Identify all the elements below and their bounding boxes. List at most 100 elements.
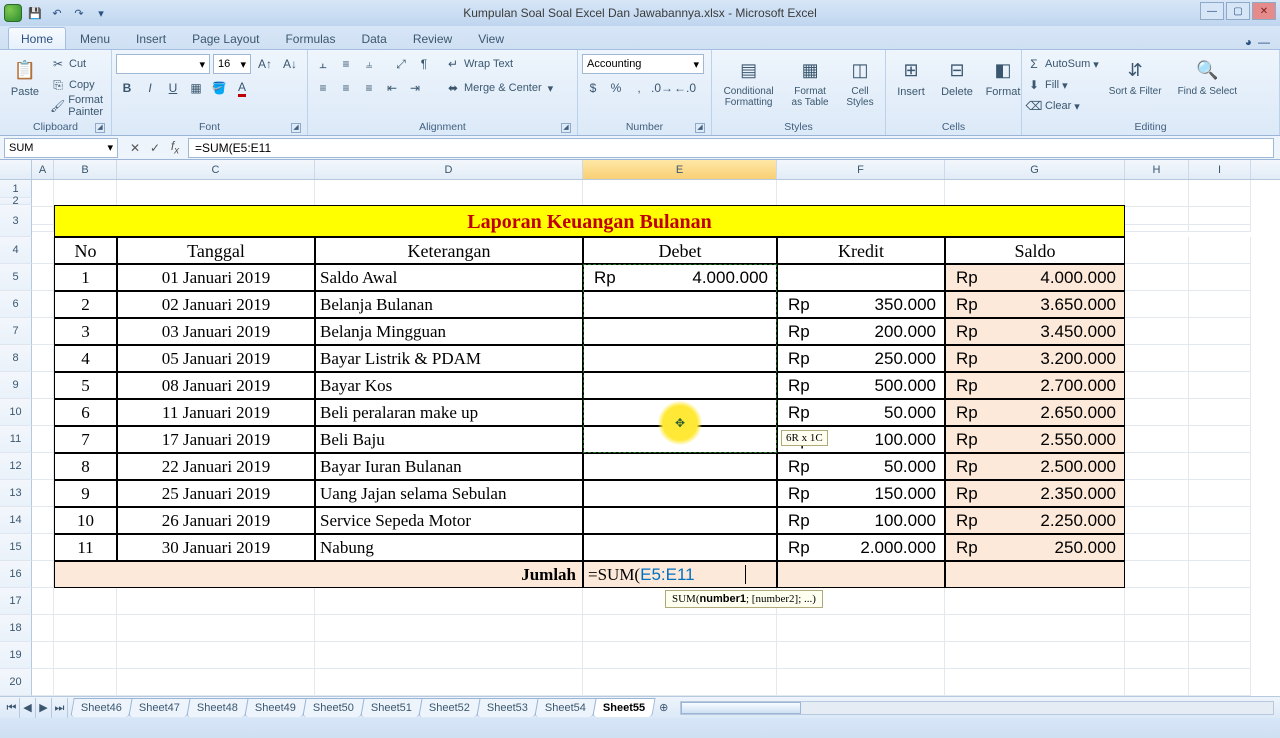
- cell-debet[interactable]: [583, 480, 777, 507]
- col-header-a[interactable]: A: [32, 160, 54, 179]
- delete-cells-button[interactable]: ⊟Delete: [936, 54, 978, 100]
- cell-A3[interactable]: [32, 205, 54, 232]
- row-header[interactable]: 18: [0, 615, 32, 642]
- col-header-h[interactable]: H: [1125, 160, 1189, 179]
- cell-A17[interactable]: [32, 588, 54, 615]
- cell-D17[interactable]: [315, 588, 583, 615]
- cell-A4[interactable]: [32, 237, 54, 264]
- cell-H14[interactable]: [1125, 507, 1189, 534]
- name-box[interactable]: SUM▾: [4, 138, 118, 158]
- cell-H18[interactable]: [1125, 615, 1189, 642]
- cell-debet[interactable]: [583, 345, 777, 372]
- row-header[interactable]: 12: [0, 453, 32, 480]
- sheet-tab[interactable]: Sheet55: [592, 698, 656, 717]
- cell-I13[interactable]: [1189, 480, 1251, 507]
- tab-view[interactable]: View: [466, 28, 516, 49]
- cell-A16[interactable]: [32, 561, 54, 588]
- cell-I4[interactable]: [1189, 237, 1251, 264]
- cell-F20[interactable]: [777, 669, 945, 696]
- row-header[interactable]: 13: [0, 480, 32, 507]
- cell-tanggal[interactable]: 26 Januari 2019: [117, 507, 315, 534]
- italic-button[interactable]: I: [139, 78, 161, 98]
- cell-keterangan[interactable]: Belanja Mingguan: [315, 318, 583, 345]
- horizontal-scrollbar[interactable]: [680, 701, 1274, 715]
- cell-B17[interactable]: [54, 588, 117, 615]
- cell-saldo[interactable]: Rp2.500.000: [945, 453, 1125, 480]
- cell-I11[interactable]: [1189, 426, 1251, 453]
- fill-button[interactable]: ⬇Fill▾: [1026, 75, 1099, 95]
- cell-keterangan[interactable]: Bayar Iuran Bulanan: [315, 453, 583, 480]
- font-size-combo[interactable]: 16▾: [213, 54, 251, 74]
- increase-indent-icon[interactable]: ⇥: [404, 78, 426, 98]
- cell-jumlah-label[interactable]: Jumlah: [54, 561, 583, 588]
- align-middle-icon[interactable]: ≡: [335, 54, 357, 74]
- wrap-text-button[interactable]: ↵Wrap Text: [445, 54, 553, 74]
- cell-tanggal[interactable]: 22 Januari 2019: [117, 453, 315, 480]
- cell-keterangan[interactable]: Saldo Awal: [315, 264, 583, 291]
- cell-A20[interactable]: [32, 669, 54, 696]
- row-header[interactable]: 6: [0, 291, 32, 318]
- cell-no[interactable]: 6: [54, 399, 117, 426]
- align-left-icon[interactable]: ≡: [312, 78, 334, 98]
- cell-kredit[interactable]: [777, 264, 945, 291]
- tab-nav-prev-icon[interactable]: ◀: [20, 698, 36, 718]
- cell-E19[interactable]: [583, 642, 777, 669]
- cell-A6[interactable]: [32, 291, 54, 318]
- cell-D20[interactable]: [315, 669, 583, 696]
- tab-nav-first-icon[interactable]: ⏮: [4, 698, 20, 718]
- cell-tanggal[interactable]: 30 Januari 2019: [117, 534, 315, 561]
- cell-I6[interactable]: [1189, 291, 1251, 318]
- row-header[interactable]: 16: [0, 561, 32, 588]
- cell-I16[interactable]: [1189, 561, 1251, 588]
- new-sheet-icon[interactable]: ⊕: [653, 701, 674, 714]
- clipboard-launcher[interactable]: ◢: [95, 123, 105, 133]
- alignment-launcher[interactable]: ◢: [561, 123, 571, 133]
- cell-A18[interactable]: [32, 615, 54, 642]
- clear-button[interactable]: ⌫Clear▾: [1026, 96, 1099, 116]
- insert-cells-button[interactable]: ⊞Insert: [890, 54, 932, 100]
- cell-debet[interactable]: [583, 372, 777, 399]
- fill-color-button[interactable]: 🪣: [208, 78, 230, 98]
- cell-I17[interactable]: [1189, 588, 1251, 615]
- cell-G18[interactable]: [945, 615, 1125, 642]
- cell-I19[interactable]: [1189, 642, 1251, 669]
- autosum-button[interactable]: ΣAutoSum▾: [1026, 54, 1099, 74]
- cell-keterangan[interactable]: Bayar Listrik & PDAM: [315, 345, 583, 372]
- cell-F18[interactable]: [777, 615, 945, 642]
- tab-insert[interactable]: Insert: [124, 28, 178, 49]
- sort-filter-button[interactable]: ⇵Sort & Filter: [1103, 54, 1168, 99]
- cell-no[interactable]: 8: [54, 453, 117, 480]
- cell-A19[interactable]: [32, 642, 54, 669]
- cell-no[interactable]: 10: [54, 507, 117, 534]
- cell-tanggal[interactable]: 17 Januari 2019: [117, 426, 315, 453]
- font-launcher[interactable]: ◢: [291, 123, 301, 133]
- cell-H20[interactable]: [1125, 669, 1189, 696]
- cell-kredit[interactable]: Rp350.000: [777, 291, 945, 318]
- sheet-tab[interactable]: Sheet50: [302, 698, 364, 717]
- row-header[interactable]: 20: [0, 669, 32, 696]
- cell-I5[interactable]: [1189, 264, 1251, 291]
- cell-E18[interactable]: [583, 615, 777, 642]
- tab-menu[interactable]: Menu: [68, 28, 122, 49]
- cell-saldo[interactable]: Rp3.200.000: [945, 345, 1125, 372]
- cell-A13[interactable]: [32, 480, 54, 507]
- cell-debet[interactable]: [583, 534, 777, 561]
- row-header[interactable]: 15: [0, 534, 32, 561]
- cell-H19[interactable]: [1125, 642, 1189, 669]
- cell-H8[interactable]: [1125, 345, 1189, 372]
- cell-H17[interactable]: [1125, 588, 1189, 615]
- row-header[interactable]: 9: [0, 372, 32, 399]
- increase-decimal-icon[interactable]: .0→: [651, 78, 673, 98]
- cell-H6[interactable]: [1125, 291, 1189, 318]
- formula-input[interactable]: =SUM(E5:E11: [188, 138, 1274, 158]
- cell-kredit[interactable]: Rp50.000: [777, 453, 945, 480]
- help-icon[interactable]: ◕: [1245, 35, 1252, 49]
- cell-tanggal[interactable]: 01 Januari 2019: [117, 264, 315, 291]
- cell-C18[interactable]: [117, 615, 315, 642]
- cell-I9[interactable]: [1189, 372, 1251, 399]
- select-all-corner[interactable]: [0, 160, 32, 179]
- cell-saldo[interactable]: Rp2.350.000: [945, 480, 1125, 507]
- cell-H4[interactable]: [1125, 237, 1189, 264]
- cell-I20[interactable]: [1189, 669, 1251, 696]
- cell-kredit[interactable]: Rp250.000: [777, 345, 945, 372]
